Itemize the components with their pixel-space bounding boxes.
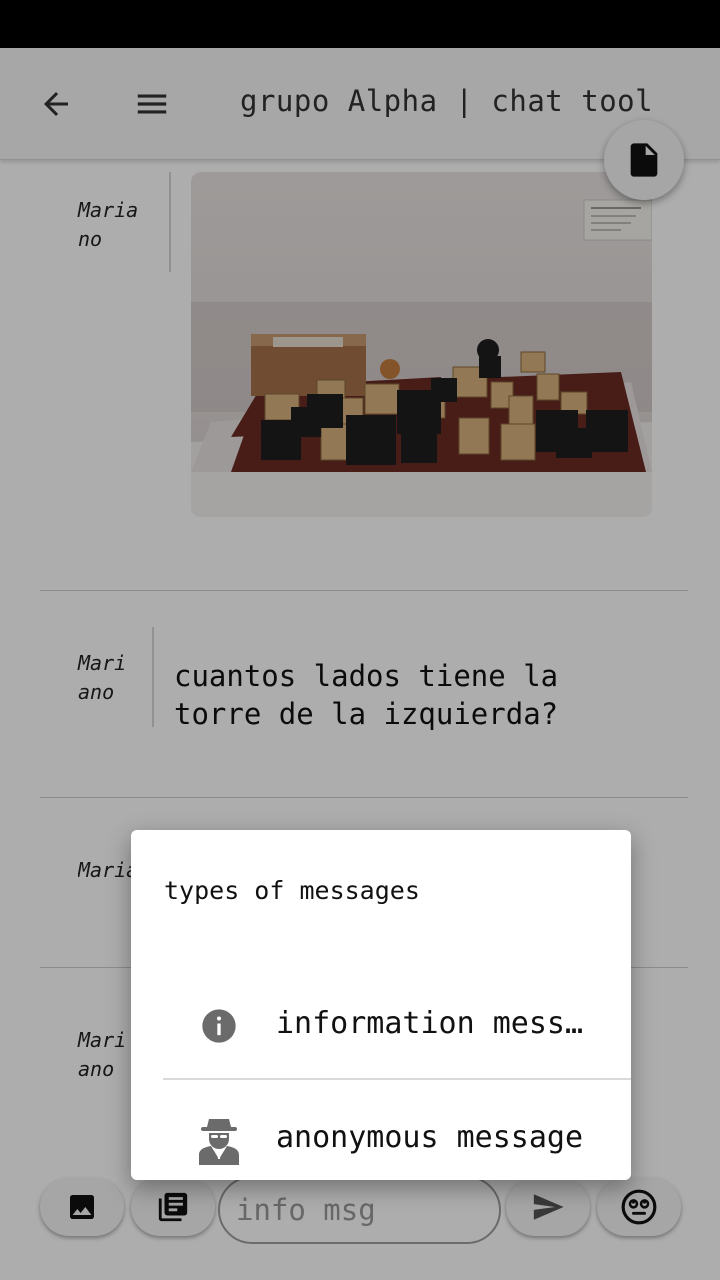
dialog-option-information[interactable]: information message bbox=[163, 966, 631, 1080]
message-type-dialog: types of messages information message an… bbox=[131, 830, 631, 1180]
dialog-option-label: anonymous message bbox=[276, 1120, 584, 1155]
status-bar bbox=[0, 0, 720, 48]
dialog-title: types of messages bbox=[164, 876, 420, 905]
dialog-option-label: information message bbox=[276, 1006, 588, 1041]
dialog-option-anonymous[interactable]: anonymous message bbox=[163, 1080, 631, 1180]
incognito-spy-icon bbox=[197, 1118, 241, 1165]
info-icon bbox=[197, 1004, 241, 1048]
